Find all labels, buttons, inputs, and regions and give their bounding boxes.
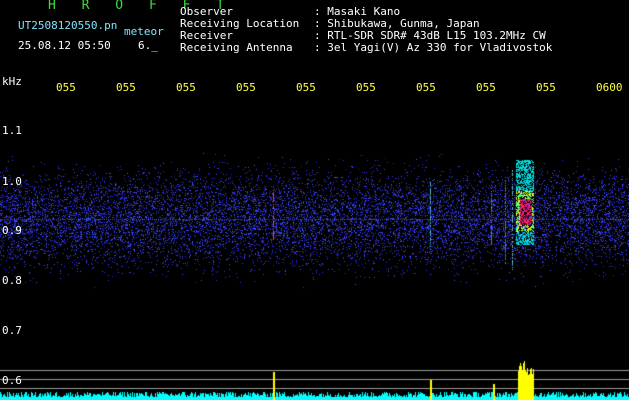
y-tick-1: 1.1 (2, 124, 22, 137)
datetime: 25.08.12 05:50 (18, 39, 111, 52)
y-tick-2: 1.0 (2, 175, 22, 188)
y-tick-4: 0.8 (2, 274, 22, 287)
x-tick-9: 055 (536, 81, 556, 94)
x-tick-10: 0600 (596, 81, 623, 94)
mode-label: meteor (124, 25, 164, 38)
x-tick-1: 055 (56, 81, 76, 94)
x-tick-8: 055 (476, 81, 496, 94)
x-tick-7: 055 (416, 81, 436, 94)
x-tick-5: 055 (296, 81, 316, 94)
y-tick-3: 0.9 (2, 224, 22, 237)
info-label-antenna: Receiving Antenna (180, 41, 293, 54)
x-tick-2: 055 (116, 81, 136, 94)
extra-label: 6._ (138, 39, 158, 52)
x-tick-4: 055 (236, 81, 256, 94)
x-tick-3: 055 (176, 81, 196, 94)
y-tick-5: 0.7 (2, 324, 22, 337)
x-tick-6: 055 (356, 81, 376, 94)
spectrogram-canvas (0, 0, 629, 400)
filename: UT2508120550.pn (18, 19, 118, 32)
y-axis-unit: kHz (2, 75, 22, 88)
y-tick-6: 0.6 (2, 374, 22, 387)
info-value-antenna: : 3el Yagi(V) Az 330 for Vladivostok (314, 41, 553, 54)
